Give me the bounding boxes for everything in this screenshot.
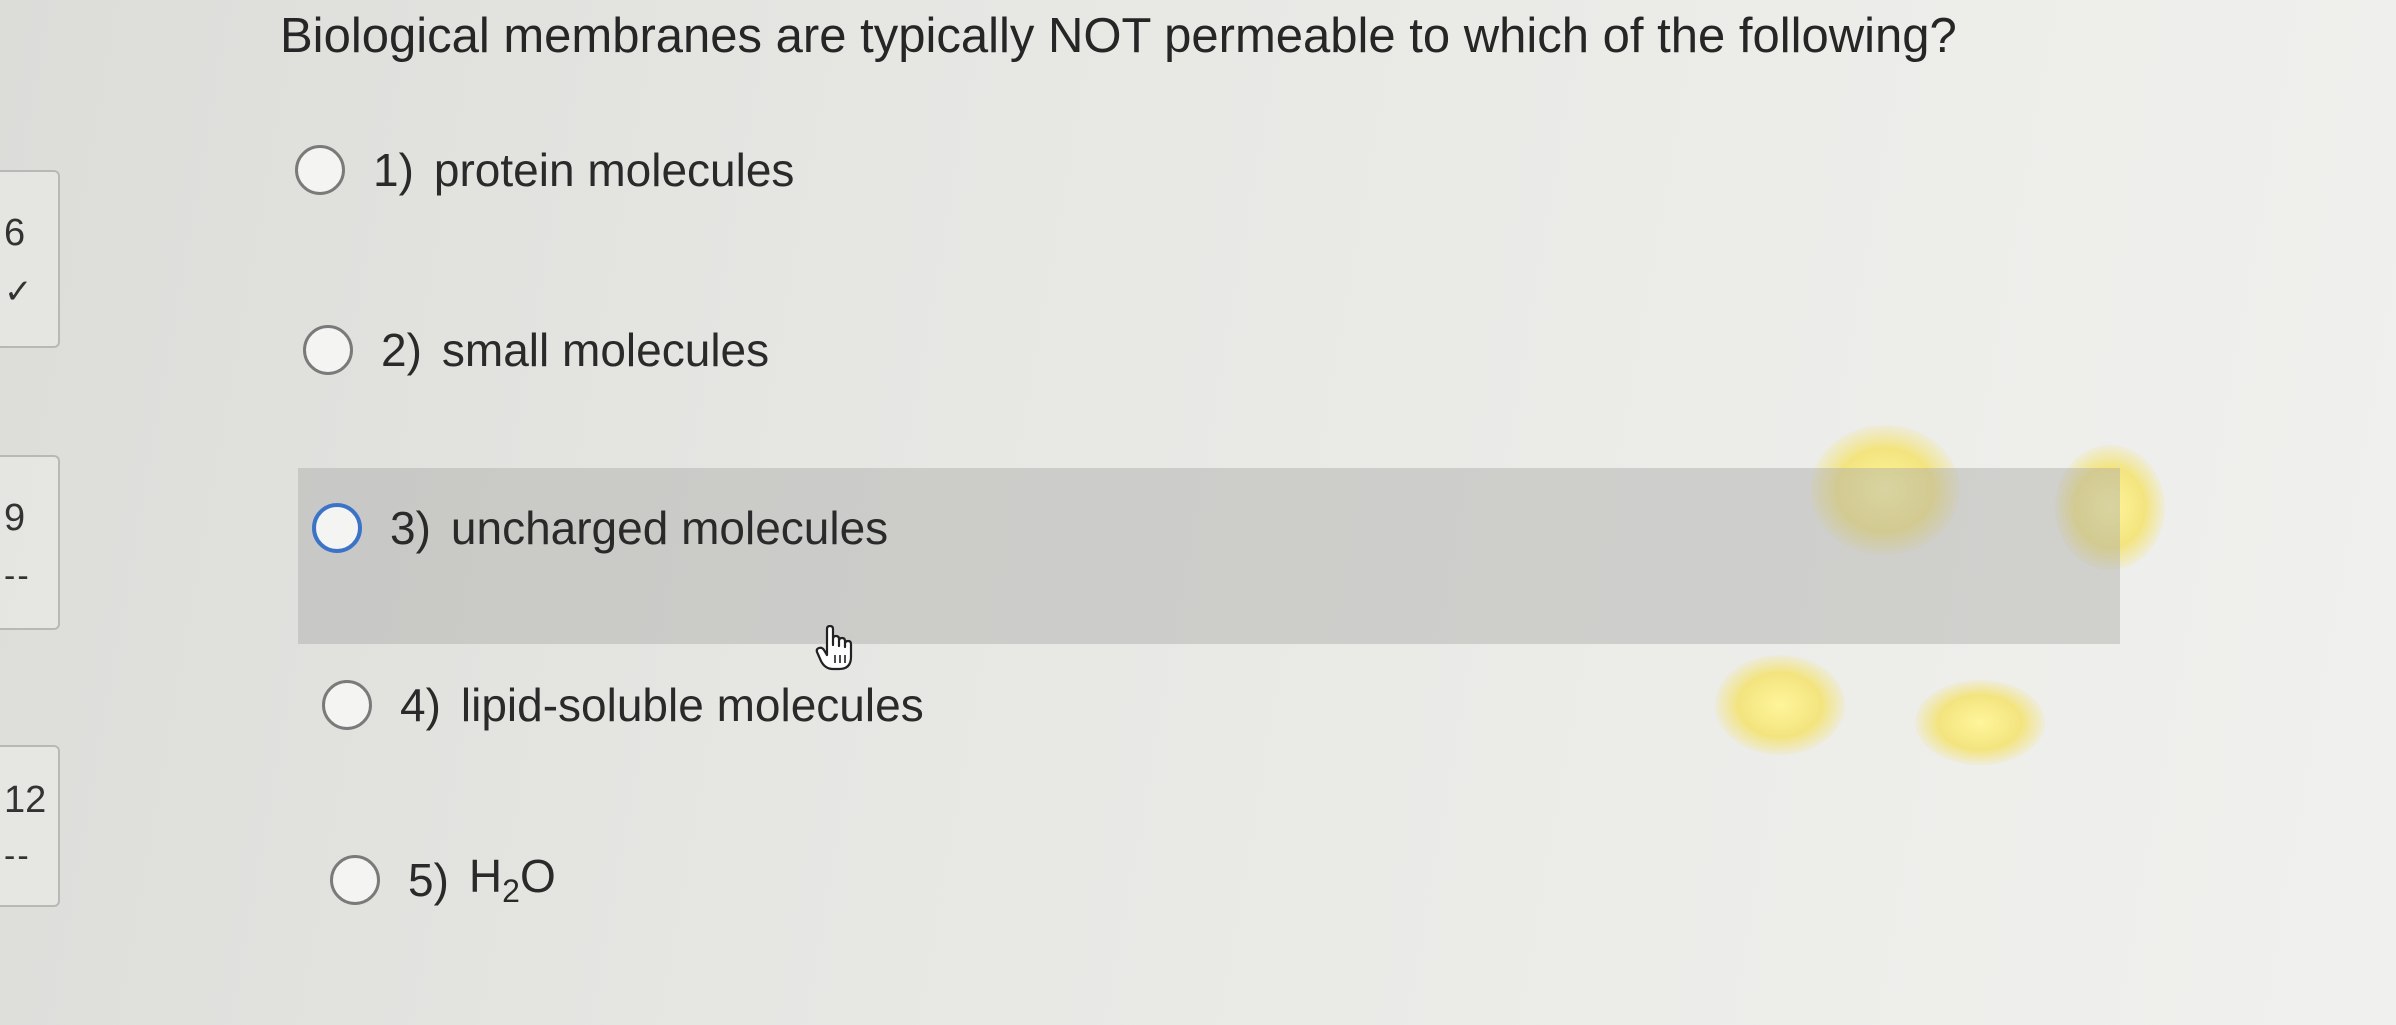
question-number: 6 bbox=[4, 212, 26, 254]
option-label: uncharged molecules bbox=[450, 502, 889, 554]
question-text: Biological membranes are typically NOT p… bbox=[280, 9, 1957, 63]
question-number: 9 bbox=[4, 497, 26, 539]
option-label: lipid-soluble molecules bbox=[460, 679, 924, 731]
answered-check-icon: ✓ bbox=[4, 273, 35, 311]
radio-button[interactable] bbox=[303, 325, 353, 375]
option-3[interactable]: 3) uncharged molecules bbox=[312, 488, 888, 568]
radio-button[interactable] bbox=[312, 503, 362, 553]
option-label: protein molecules bbox=[433, 144, 795, 196]
radio-button[interactable] bbox=[322, 680, 372, 730]
option-1[interactable]: 1) protein molecules bbox=[295, 130, 794, 210]
formula-main: H bbox=[468, 850, 503, 903]
unanswered-status: -- bbox=[4, 557, 31, 595]
hand-pointer-icon bbox=[815, 624, 855, 682]
question-nav-item-6[interactable]: 6 ✓ bbox=[0, 170, 60, 348]
formula-end: O bbox=[519, 850, 556, 903]
option-number: 4) bbox=[400, 679, 441, 731]
option-2[interactable]: 2) small molecules bbox=[303, 310, 769, 390]
question-nav-item-12[interactable]: 12 -- bbox=[0, 745, 60, 907]
option-number: 2) bbox=[381, 324, 422, 376]
option-label: small molecules bbox=[441, 324, 770, 376]
question-nav-item-9[interactable]: 9 -- bbox=[0, 455, 60, 630]
option-label: H2O bbox=[469, 849, 556, 910]
option-number: 5) bbox=[408, 854, 449, 906]
formula-subscript: 2 bbox=[502, 873, 520, 910]
option-number: 3) bbox=[390, 502, 431, 554]
radio-button[interactable] bbox=[295, 145, 345, 195]
option-5[interactable]: 5) H2O bbox=[330, 840, 556, 920]
question-number: 12 bbox=[4, 779, 47, 821]
option-number: 1) bbox=[373, 144, 414, 196]
radio-button[interactable] bbox=[330, 855, 380, 905]
unanswered-status: -- bbox=[4, 837, 31, 875]
